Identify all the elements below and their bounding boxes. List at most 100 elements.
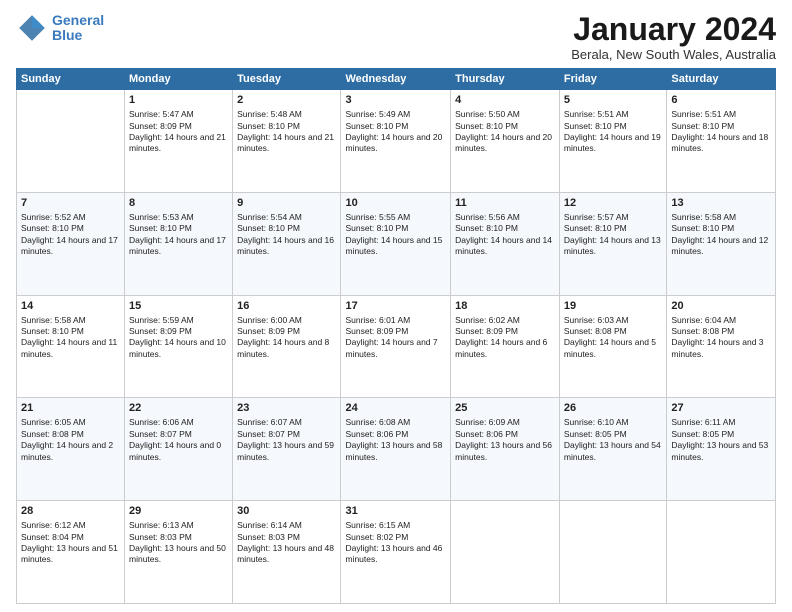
day-number: 27 — [671, 401, 771, 416]
calendar-cell: 6Sunrise: 5:51 AMSunset: 8:10 PMDaylight… — [667, 90, 776, 193]
calendar-cell: 5Sunrise: 5:51 AMSunset: 8:10 PMDaylight… — [559, 90, 666, 193]
day-number: 30 — [237, 504, 336, 519]
calendar-cell: 23Sunrise: 6:07 AMSunset: 8:07 PMDayligh… — [233, 398, 341, 501]
calendar-cell: 2Sunrise: 5:48 AMSunset: 8:10 PMDaylight… — [233, 90, 341, 193]
calendar-cell: 8Sunrise: 5:53 AMSunset: 8:10 PMDaylight… — [125, 192, 233, 295]
cell-info: Sunrise: 5:59 AMSunset: 8:09 PMDaylight:… — [129, 315, 228, 361]
cell-info: Sunrise: 5:58 AMSunset: 8:10 PMDaylight:… — [671, 212, 771, 258]
calendar-cell: 31Sunrise: 6:15 AMSunset: 8:02 PMDayligh… — [341, 501, 451, 604]
calendar-header-day: Tuesday — [233, 69, 341, 90]
day-number: 11 — [455, 196, 555, 211]
cell-info: Sunrise: 5:47 AMSunset: 8:09 PMDaylight:… — [129, 109, 228, 155]
day-number: 18 — [455, 299, 555, 314]
day-number: 21 — [21, 401, 120, 416]
calendar-cell: 9Sunrise: 5:54 AMSunset: 8:10 PMDaylight… — [233, 192, 341, 295]
day-number: 6 — [671, 93, 771, 108]
day-number: 31 — [345, 504, 446, 519]
day-number: 2 — [237, 93, 336, 108]
calendar-week-row: 1Sunrise: 5:47 AMSunset: 8:09 PMDaylight… — [17, 90, 776, 193]
cell-info: Sunrise: 6:01 AMSunset: 8:09 PMDaylight:… — [345, 315, 446, 361]
calendar-week-row: 21Sunrise: 6:05 AMSunset: 8:08 PMDayligh… — [17, 398, 776, 501]
calendar-cell: 16Sunrise: 6:00 AMSunset: 8:09 PMDayligh… — [233, 295, 341, 398]
logo-icon — [16, 12, 48, 44]
calendar-header-row: SundayMondayTuesdayWednesdayThursdayFrid… — [17, 69, 776, 90]
cell-info: Sunrise: 6:06 AMSunset: 8:07 PMDaylight:… — [129, 417, 228, 463]
day-number: 1 — [129, 93, 228, 108]
calendar-cell: 4Sunrise: 5:50 AMSunset: 8:10 PMDaylight… — [451, 90, 560, 193]
calendar-cell: 11Sunrise: 5:56 AMSunset: 8:10 PMDayligh… — [451, 192, 560, 295]
calendar-cell: 19Sunrise: 6:03 AMSunset: 8:08 PMDayligh… — [559, 295, 666, 398]
cell-info: Sunrise: 5:51 AMSunset: 8:10 PMDaylight:… — [564, 109, 662, 155]
calendar-cell: 18Sunrise: 6:02 AMSunset: 8:09 PMDayligh… — [451, 295, 560, 398]
day-number: 23 — [237, 401, 336, 416]
day-number: 15 — [129, 299, 228, 314]
calendar-cell: 20Sunrise: 6:04 AMSunset: 8:08 PMDayligh… — [667, 295, 776, 398]
day-number: 12 — [564, 196, 662, 211]
day-number: 14 — [21, 299, 120, 314]
calendar-cell: 21Sunrise: 6:05 AMSunset: 8:08 PMDayligh… — [17, 398, 125, 501]
calendar-cell: 28Sunrise: 6:12 AMSunset: 8:04 PMDayligh… — [17, 501, 125, 604]
calendar-cell: 10Sunrise: 5:55 AMSunset: 8:10 PMDayligh… — [341, 192, 451, 295]
cell-info: Sunrise: 5:48 AMSunset: 8:10 PMDaylight:… — [237, 109, 336, 155]
cell-info: Sunrise: 5:49 AMSunset: 8:10 PMDaylight:… — [345, 109, 446, 155]
calendar-cell — [667, 501, 776, 604]
day-number: 19 — [564, 299, 662, 314]
cell-info: Sunrise: 6:03 AMSunset: 8:08 PMDaylight:… — [564, 315, 662, 361]
day-number: 9 — [237, 196, 336, 211]
calendar-cell: 15Sunrise: 5:59 AMSunset: 8:09 PMDayligh… — [125, 295, 233, 398]
calendar-week-row: 14Sunrise: 5:58 AMSunset: 8:10 PMDayligh… — [17, 295, 776, 398]
cell-info: Sunrise: 6:13 AMSunset: 8:03 PMDaylight:… — [129, 520, 228, 566]
cell-info: Sunrise: 6:05 AMSunset: 8:08 PMDaylight:… — [21, 417, 120, 463]
calendar-cell — [451, 501, 560, 604]
page: General Blue January 2024 Berala, New So… — [0, 0, 792, 612]
logo: General Blue — [16, 12, 104, 44]
calendar-cell: 3Sunrise: 5:49 AMSunset: 8:10 PMDaylight… — [341, 90, 451, 193]
day-number: 4 — [455, 93, 555, 108]
cell-info: Sunrise: 6:04 AMSunset: 8:08 PMDaylight:… — [671, 315, 771, 361]
calendar-cell: 7Sunrise: 5:52 AMSunset: 8:10 PMDaylight… — [17, 192, 125, 295]
calendar-header-day: Thursday — [451, 69, 560, 90]
cell-info: Sunrise: 6:14 AMSunset: 8:03 PMDaylight:… — [237, 520, 336, 566]
calendar-cell: 17Sunrise: 6:01 AMSunset: 8:09 PMDayligh… — [341, 295, 451, 398]
calendar-cell: 29Sunrise: 6:13 AMSunset: 8:03 PMDayligh… — [125, 501, 233, 604]
cell-info: Sunrise: 6:09 AMSunset: 8:06 PMDaylight:… — [455, 417, 555, 463]
calendar-week-row: 7Sunrise: 5:52 AMSunset: 8:10 PMDaylight… — [17, 192, 776, 295]
day-number: 26 — [564, 401, 662, 416]
cell-info: Sunrise: 5:52 AMSunset: 8:10 PMDaylight:… — [21, 212, 120, 258]
cell-info: Sunrise: 6:07 AMSunset: 8:07 PMDaylight:… — [237, 417, 336, 463]
calendar-cell: 12Sunrise: 5:57 AMSunset: 8:10 PMDayligh… — [559, 192, 666, 295]
month-title: January 2024 — [571, 12, 776, 47]
calendar-cell: 27Sunrise: 6:11 AMSunset: 8:05 PMDayligh… — [667, 398, 776, 501]
cell-info: Sunrise: 6:02 AMSunset: 8:09 PMDaylight:… — [455, 315, 555, 361]
calendar-header-day: Sunday — [17, 69, 125, 90]
cell-info: Sunrise: 5:58 AMSunset: 8:10 PMDaylight:… — [21, 315, 120, 361]
day-number: 8 — [129, 196, 228, 211]
day-number: 25 — [455, 401, 555, 416]
header: General Blue January 2024 Berala, New So… — [16, 12, 776, 62]
calendar-table: SundayMondayTuesdayWednesdayThursdayFrid… — [16, 68, 776, 604]
calendar-cell: 1Sunrise: 5:47 AMSunset: 8:09 PMDaylight… — [125, 90, 233, 193]
day-number: 16 — [237, 299, 336, 314]
cell-info: Sunrise: 6:12 AMSunset: 8:04 PMDaylight:… — [21, 520, 120, 566]
calendar-header-day: Friday — [559, 69, 666, 90]
cell-info: Sunrise: 5:54 AMSunset: 8:10 PMDaylight:… — [237, 212, 336, 258]
subtitle: Berala, New South Wales, Australia — [571, 47, 776, 62]
calendar-header-day: Monday — [125, 69, 233, 90]
calendar-cell — [559, 501, 666, 604]
cell-info: Sunrise: 5:50 AMSunset: 8:10 PMDaylight:… — [455, 109, 555, 155]
calendar-cell: 26Sunrise: 6:10 AMSunset: 8:05 PMDayligh… — [559, 398, 666, 501]
calendar-week-row: 28Sunrise: 6:12 AMSunset: 8:04 PMDayligh… — [17, 501, 776, 604]
cell-info: Sunrise: 5:56 AMSunset: 8:10 PMDaylight:… — [455, 212, 555, 258]
day-number: 3 — [345, 93, 446, 108]
cell-info: Sunrise: 5:51 AMSunset: 8:10 PMDaylight:… — [671, 109, 771, 155]
calendar-cell: 25Sunrise: 6:09 AMSunset: 8:06 PMDayligh… — [451, 398, 560, 501]
cell-info: Sunrise: 6:00 AMSunset: 8:09 PMDaylight:… — [237, 315, 336, 361]
day-number: 24 — [345, 401, 446, 416]
calendar-header-day: Saturday — [667, 69, 776, 90]
cell-info: Sunrise: 6:15 AMSunset: 8:02 PMDaylight:… — [345, 520, 446, 566]
calendar-cell: 13Sunrise: 5:58 AMSunset: 8:10 PMDayligh… — [667, 192, 776, 295]
day-number: 10 — [345, 196, 446, 211]
day-number: 5 — [564, 93, 662, 108]
day-number: 28 — [21, 504, 120, 519]
day-number: 17 — [345, 299, 446, 314]
